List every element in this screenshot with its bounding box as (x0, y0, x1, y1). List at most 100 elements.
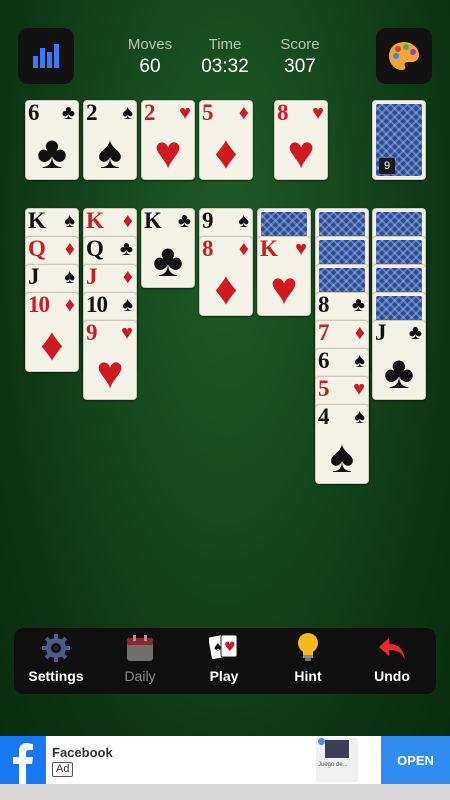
card-rank: K (86, 208, 104, 233)
card-suit-small: ♠ (64, 210, 75, 232)
card-suit-small: ♦ (238, 238, 249, 260)
ad-thumbnail-image (325, 740, 349, 758)
time-value: 03:32 (201, 56, 249, 77)
card-rank: 5 (202, 100, 213, 125)
foundation-card[interactable]: 2 ♠ ♠ (83, 100, 137, 180)
tableau-card[interactable]: 4 ♠ ♠ (315, 404, 369, 484)
foundation-card[interactable]: 5 ♦ ♦ (199, 100, 253, 180)
moves-stat: Moves 60 (110, 36, 190, 78)
waste-card[interactable]: 8 ♥ ♥ (274, 100, 328, 180)
card-suit-large: ♥ (287, 126, 315, 178)
card-rank: 8 (318, 292, 329, 317)
facebook-f-icon (13, 743, 33, 784)
card-suit-small: ♦ (64, 238, 75, 260)
card-rank: Q (86, 236, 104, 261)
card-suit-small: ♠ (238, 210, 249, 232)
card-suit-large: ♥ (96, 346, 124, 398)
card-suit-small: ♣ (351, 294, 365, 316)
moves-value: 60 (139, 56, 161, 77)
card-suit-small: ♠ (354, 406, 365, 428)
cards-icon: ♠ ♥ (209, 634, 238, 659)
play-label: Play (209, 668, 239, 684)
card-suit-small: ♠ (122, 294, 133, 316)
ad-thumbnail-text: Juego de... (318, 762, 348, 768)
lightbulb-icon (298, 633, 318, 661)
card-suit-small: ♦ (122, 210, 133, 232)
card-rank: 6 (318, 348, 329, 373)
tableau-card[interactable]: 10 ♦ ♦ (25, 292, 79, 372)
card-rank: 10 (28, 292, 50, 317)
undo-button[interactable]: Undo (350, 628, 434, 694)
card-suit-small: ♣ (408, 322, 422, 344)
stock-count: 9 (379, 158, 395, 174)
svg-text:♠: ♠ (213, 641, 223, 654)
tableau-card[interactable]: 8 ♦ ♦ (199, 236, 253, 316)
score-stat: Score 307 (260, 36, 340, 78)
ad-badge: Ad (52, 762, 74, 777)
card-suit-small: ♥ (353, 378, 365, 400)
bar-chart-icon (33, 44, 59, 68)
undo-label: Undo (374, 668, 410, 684)
tableau-card[interactable]: J ♣ ♣ (372, 320, 426, 400)
card-suit-large: ♣ (152, 234, 184, 286)
hint-button[interactable]: Hint (266, 628, 350, 694)
card-rank: 5 (318, 376, 329, 401)
card-rank: 8 (277, 100, 288, 125)
card-suit-small: ♦ (64, 294, 75, 316)
card-suit-small: ♥ (312, 102, 324, 124)
card-rank: J (28, 264, 39, 289)
card-suit-large: ♥ (154, 126, 182, 178)
card-suit-large: ♠ (329, 430, 355, 482)
tableau-card[interactable]: 9 ♥ ♥ (83, 320, 137, 400)
card-rank: 7 (318, 320, 329, 345)
card-rank: 8 (202, 236, 213, 261)
foundation-card[interactable]: 2 ♥ ♥ (141, 100, 195, 180)
card-rank: 2 (86, 100, 97, 125)
ad-open-label: OPEN (397, 752, 434, 768)
svg-text:♥: ♥ (224, 640, 236, 655)
undo-arrow-icon (379, 638, 405, 660)
card-suit-small: ♦ (238, 102, 249, 124)
settings-button[interactable]: Settings (14, 628, 98, 694)
card-suit-small: ♠ (122, 102, 133, 124)
card-rank: 4 (318, 404, 329, 429)
settings-label: Settings (28, 668, 84, 684)
card-rank: K (28, 208, 46, 233)
card-suit-small: ♣ (119, 238, 133, 260)
tableau-card[interactable]: K ♥ ♥ (257, 236, 311, 316)
card-rank: 10 (86, 292, 108, 317)
card-rank: 6 (28, 100, 39, 125)
facebook-logo (0, 736, 46, 784)
card-suit-small: ♥ (121, 322, 133, 344)
daily-label: Daily (124, 668, 156, 684)
card-suit-small: ♣ (61, 102, 75, 124)
ad-info-icon[interactable] (318, 738, 325, 745)
card-rank: J (86, 264, 97, 289)
gear-icon (42, 634, 70, 662)
daily-button[interactable]: Daily (98, 628, 182, 694)
palette-icon (389, 42, 419, 70)
card-rank: K (260, 236, 278, 261)
ad-open-button[interactable]: OPEN (381, 736, 450, 784)
card-rank: J (375, 320, 386, 345)
card-suit-large: ♣ (383, 346, 415, 398)
card-suit-large: ♣ (36, 126, 68, 178)
ad-banner[interactable]: Facebook Ad Juego de... OPEN (0, 736, 450, 784)
card-suit-small: ♦ (122, 266, 133, 288)
card-suit-small: ♠ (64, 266, 75, 288)
card-suit-small: ♠ (354, 350, 365, 372)
stats-button[interactable] (18, 28, 74, 84)
bottom-toolbar: Settings Daily ♠ ♥ Play Hint Undo (14, 628, 436, 694)
play-button[interactable]: ♠ ♥ Play (182, 628, 266, 694)
score-value: 307 (284, 56, 316, 77)
time-stat: Time 03:32 (185, 36, 265, 78)
card-suit-large: ♥ (270, 262, 298, 314)
tableau-card[interactable]: K ♣ ♣ (141, 208, 195, 288)
card-suit-small: ♥ (295, 238, 307, 260)
foundation-card[interactable]: 6 ♣ ♣ (25, 100, 79, 180)
card-suit-large: ♦ (40, 318, 64, 370)
score-label: Score (280, 36, 320, 53)
card-rank: 2 (144, 100, 155, 125)
stock-pile[interactable]: 9 (372, 100, 426, 180)
theme-button[interactable] (376, 28, 432, 84)
